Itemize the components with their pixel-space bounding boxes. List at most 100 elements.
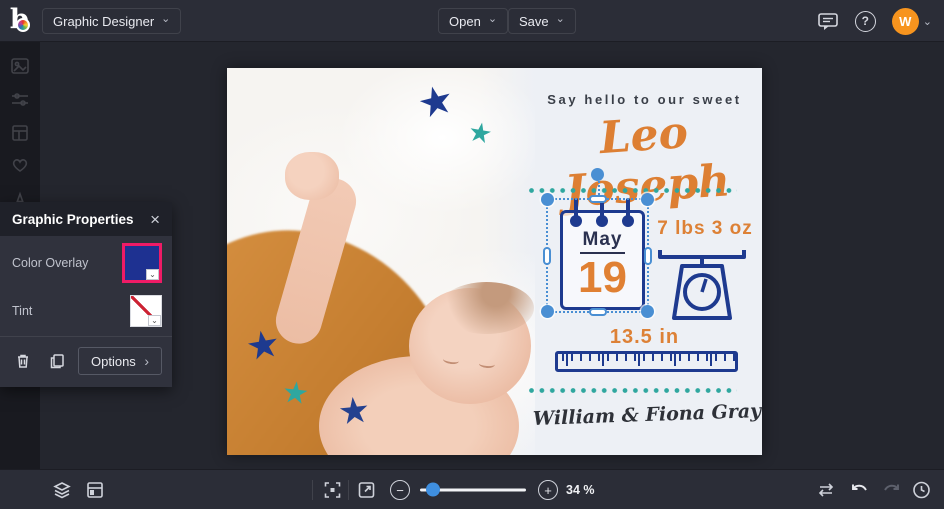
color-overlay-label: Color Overlay: [12, 256, 89, 270]
app-title: Graphic Designer: [53, 13, 155, 29]
parents-text[interactable]: William & Fiona Gray: [527, 400, 762, 430]
chevron-down-icon: ⌄: [148, 315, 161, 326]
fit-to-screen-button[interactable]: [324, 481, 341, 498]
tint-label: Tint: [12, 304, 33, 318]
help-icon: ?: [854, 10, 876, 32]
resize-handle-top[interactable]: [588, 195, 607, 203]
top-toolbar: b Graphic Designer ⌄ Open ⌄ Save ⌄: [0, 0, 944, 42]
resize-handle-right[interactable]: [644, 246, 652, 265]
swap-arrows-icon: [818, 482, 834, 497]
app-switcher-menu[interactable]: Graphic Designer ⌄: [42, 8, 182, 34]
redo-icon: [884, 484, 899, 491]
open-label: Open: [449, 13, 481, 29]
resize-handle-bottom-right[interactable]: [641, 305, 654, 318]
tint-swatch[interactable]: ⌄: [130, 295, 162, 327]
chevron-right-icon: ›: [144, 353, 149, 369]
graphic-properties-panel: Graphic Properties × Color Overlay ⌄ Tin…: [0, 202, 172, 387]
open-button[interactable]: Open ⌄: [438, 8, 509, 34]
ruler-graphic[interactable]: [555, 351, 738, 372]
close-icon[interactable]: ×: [150, 211, 160, 228]
image-icon: [11, 58, 29, 74]
resize-handle-bottom-left[interactable]: [541, 305, 554, 318]
undo-button[interactable]: [850, 482, 869, 498]
color-wheel-icon: [16, 18, 30, 32]
layers-icon: [53, 481, 71, 498]
copy-icon: [50, 354, 64, 369]
sidebar-item-image[interactable]: [10, 56, 30, 76]
tint-row: Tint ⌄: [0, 290, 172, 332]
selection-box[interactable]: [541, 168, 654, 318]
teal-dotted-line[interactable]: [529, 388, 737, 393]
save-label: Save: [519, 13, 549, 29]
zoom-in-button[interactable]: +: [538, 480, 558, 500]
help-button[interactable]: ?: [854, 10, 876, 32]
account-menu[interactable]: W ⌄: [891, 7, 932, 35]
options-button[interactable]: Options ›: [78, 347, 162, 375]
overlay-color-swatch: ⌄: [122, 243, 162, 283]
chevron-down-icon: ⌄: [161, 13, 171, 25]
grid-icon: [12, 125, 28, 141]
scale-icon[interactable]: [654, 248, 750, 324]
history-clock-icon: [913, 481, 930, 498]
sliders-icon: [12, 93, 28, 106]
chevron-down-icon: ⌄: [487, 13, 498, 25]
duplicate-button[interactable]: [44, 348, 70, 374]
star-icon[interactable]: ★: [465, 116, 494, 151]
fit-screen-icon: [324, 481, 341, 498]
sidebar-item-templates[interactable]: [10, 123, 30, 143]
comment-bubble-icon: [817, 13, 838, 30]
history-button[interactable]: [912, 480, 931, 499]
topbar-right-group: ? W ⌄: [817, 0, 932, 42]
delete-button[interactable]: [10, 348, 36, 374]
toolbar-divider: [312, 480, 313, 500]
baby-fist: [285, 152, 339, 200]
sidebar-item-adjust[interactable]: [10, 90, 30, 110]
trash-icon: [18, 354, 28, 368]
chevron-down-icon: ⌄: [146, 269, 159, 280]
bottom-toolbar: − + 34 %: [0, 469, 944, 509]
color-overlay-swatch[interactable]: ⌄: [122, 243, 162, 283]
rotate-handle[interactable]: [590, 168, 604, 181]
resize-handle-left[interactable]: [543, 246, 551, 265]
befunky-logo[interactable]: b: [10, 4, 38, 36]
teal-dotted-line[interactable]: [529, 188, 737, 193]
save-button[interactable]: Save ⌄: [508, 8, 576, 34]
zoom-slider-thumb[interactable]: [426, 482, 440, 497]
avatar: W: [891, 7, 919, 35]
zoom-out-button[interactable]: −: [390, 480, 410, 500]
resize-handle-top-left[interactable]: [541, 193, 554, 206]
tint-none-swatch: ⌄: [130, 295, 162, 327]
star-icon[interactable]: ★: [336, 389, 372, 433]
panel-title: Graphic Properties: [12, 211, 134, 227]
minus-icon: −: [396, 482, 404, 498]
star-icon[interactable]: ★: [280, 375, 310, 413]
panel-actions: Options ›: [0, 337, 172, 387]
canvas-card[interactable]: ★ ★ ★ ★ ★ Say hello to our sweet Leo Jos…: [227, 68, 762, 455]
toolbar-divider: [348, 480, 349, 500]
panel-header: Graphic Properties ×: [0, 202, 172, 236]
resize-handle-bottom[interactable]: [588, 308, 607, 316]
workspace: ★ ★ ★ ★ ★ Say hello to our sweet Leo Jos…: [40, 42, 944, 469]
chevron-down-icon: ⌄: [555, 13, 565, 25]
baby-hair: [439, 282, 534, 334]
open-in-new-icon: [358, 481, 375, 498]
plus-icon: +: [544, 482, 552, 498]
heart-icon: [12, 159, 28, 172]
zoom-percentage: 34 %: [566, 482, 595, 497]
layers-button[interactable]: [52, 481, 72, 499]
zoom-slider[interactable]: [420, 482, 526, 497]
sidebar-item-favorites[interactable]: [10, 155, 30, 175]
feedback-button[interactable]: [817, 11, 839, 31]
compare-button[interactable]: [816, 482, 836, 498]
fullscreen-preview-button[interactable]: [358, 481, 375, 498]
undo-icon: [852, 484, 867, 491]
redo-button[interactable]: [882, 482, 901, 498]
color-overlay-row: Color Overlay ⌄: [0, 236, 172, 290]
canvas-layout-button[interactable]: [86, 481, 104, 499]
weight-text[interactable]: 7 lbs 3 oz: [650, 218, 760, 240]
chevron-down-icon: ⌄: [922, 15, 932, 28]
resize-handle-top-right[interactable]: [641, 193, 654, 206]
star-icon[interactable]: ★: [242, 320, 283, 369]
layout-icon: [87, 481, 103, 498]
length-text[interactable]: 13.5 in: [572, 326, 717, 349]
